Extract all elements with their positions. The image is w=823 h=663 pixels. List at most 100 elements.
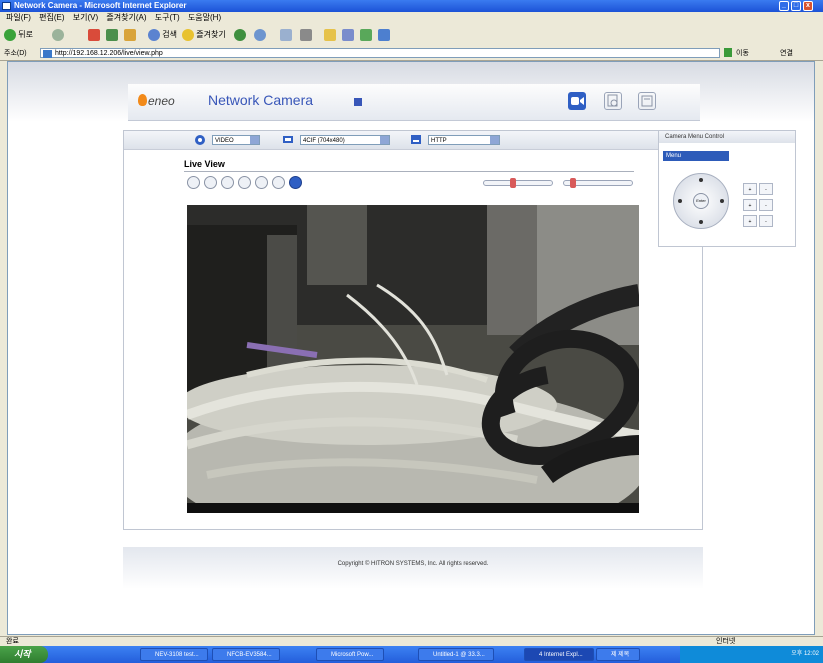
messenger-icon	[360, 28, 372, 41]
toolbar-extra-icon	[342, 28, 354, 41]
iris-open-button[interactable]: +	[743, 215, 757, 227]
video-select-dropdown-icon	[250, 136, 259, 144]
star-icon	[182, 28, 194, 41]
forward-arrow-icon	[52, 28, 64, 41]
resolution-select[interactable]: 4CIF (704x480)	[300, 135, 390, 145]
network-icon	[411, 135, 421, 144]
browser-viewport: eneo Network Camera VIDEO 4CIF (704x480)	[7, 61, 815, 635]
protocol-select-dropdown-icon	[490, 136, 499, 144]
menu-tools[interactable]: 도구(T)	[155, 13, 180, 22]
search-playback-icon[interactable]	[604, 92, 622, 110]
live-view-panel: VIDEO 4CIF (704x480) HTTP Live View	[123, 130, 703, 530]
video-select-value: VIDEO	[215, 138, 234, 144]
taskbar-item[interactable]: NFCB-EV3584...	[212, 648, 280, 661]
search-label: 검색	[162, 30, 177, 39]
stream-selector-row: VIDEO 4CIF (704x480) HTTP	[124, 131, 702, 150]
address-url: http://192.168.12.206/live/view.php	[55, 50, 163, 57]
protocol-select[interactable]: HTTP	[428, 135, 500, 145]
menu-tab[interactable]: Menu	[663, 151, 729, 161]
refresh-icon	[106, 28, 118, 41]
stop-button[interactable]	[88, 28, 100, 42]
taskbar-item[interactable]: Microsoft Pow...	[316, 648, 384, 661]
media-button[interactable]	[234, 28, 246, 42]
clock: 오후 12:02	[791, 651, 819, 657]
print-icon	[300, 28, 312, 41]
app-name-icon	[354, 98, 362, 106]
research-button[interactable]	[378, 28, 390, 42]
app-name: Network Camera	[208, 92, 314, 108]
dpad-left-icon[interactable]	[678, 199, 682, 203]
menu-view[interactable]: 보기(V)	[73, 13, 98, 22]
minimize-button[interactable]: _	[779, 1, 789, 11]
monitor-icon	[283, 136, 293, 143]
mic-volume-slider[interactable]	[563, 178, 633, 188]
taskbar-item[interactable]: NEV-3108 test...	[140, 648, 208, 661]
address-input[interactable]: http://192.168.12.206/live/view.php	[40, 48, 720, 58]
links-button[interactable]: 연결	[780, 48, 793, 58]
refresh-button[interactable]	[106, 28, 118, 42]
taskbar-item[interactable]: 제 제목	[596, 648, 640, 661]
print-button[interactable]	[300, 28, 312, 42]
go-button[interactable]: 이동	[736, 48, 749, 58]
folder-button[interactable]	[324, 28, 336, 42]
record-button[interactable]	[204, 176, 217, 189]
speaker-volume-slider[interactable]	[483, 178, 553, 188]
dpad-right-icon[interactable]	[720, 199, 724, 203]
browser-toolbar: 뒤로 검색 즐겨찾기	[0, 24, 823, 47]
menu-help[interactable]: 도움말(H)	[188, 13, 221, 22]
forward-button[interactable]	[52, 28, 64, 42]
go-arrow-icon[interactable]	[724, 48, 732, 57]
window-title: Network Camera - Microsoft Internet Expl…	[14, 1, 187, 10]
mail-icon	[280, 28, 292, 41]
home-button[interactable]	[124, 28, 136, 42]
taskbar-item[interactable]: Untitled-1 @ 33.3...	[418, 648, 494, 661]
snapshot-button[interactable]	[221, 176, 234, 189]
media-icon	[234, 28, 246, 41]
resolution-select-value: 4CIF (704x480)	[303, 138, 345, 144]
system-tray: 오후 12:02	[680, 646, 823, 663]
live-view-icon[interactable]	[568, 92, 586, 110]
close-button[interactable]: x	[803, 1, 813, 11]
page-footer: Copyright © HITRON SYSTEMS, Inc. All rig…	[123, 547, 703, 589]
copyright-text: Copyright © HITRON SYSTEMS, Inc. All rig…	[337, 561, 489, 567]
mic-volume-thumb[interactable]	[570, 178, 576, 188]
history-button[interactable]	[254, 28, 266, 42]
favorites-button[interactable]: 즐겨찾기	[182, 28, 226, 42]
search-button[interactable]: 검색	[148, 28, 177, 42]
zoom-button[interactable]	[238, 176, 251, 189]
mail-button[interactable]	[280, 28, 292, 42]
focus-far-button[interactable]: -	[759, 199, 773, 211]
display-button[interactable]	[289, 176, 302, 189]
fullscreen-button[interactable]	[255, 176, 268, 189]
taskbar-item-active[interactable]: 4 Internet Expl...	[524, 648, 594, 661]
ptz-dpad[interactable]: Enter	[673, 173, 729, 229]
window-titlebar: Network Camera - Microsoft Internet Expl…	[0, 0, 823, 12]
menu-favorites[interactable]: 즐겨찾기(A)	[106, 13, 146, 22]
dpad-up-icon[interactable]	[699, 178, 703, 182]
menu-edit[interactable]: 편집(E)	[39, 13, 64, 22]
page-header: eneo Network Camera	[128, 84, 700, 121]
maximize-button[interactable]: □	[791, 1, 801, 11]
favorites-label: 즐겨찾기	[196, 30, 226, 39]
camera-menu-control: Camera Menu Control Menu Enter + - + - +…	[658, 130, 796, 247]
video-gear-icon	[195, 135, 205, 145]
menu-file[interactable]: 파일(F)	[6, 13, 31, 22]
audio-button[interactable]	[272, 176, 285, 189]
menu-control-title: Camera Menu Control	[659, 131, 795, 143]
toolbar-extra-button[interactable]	[342, 28, 354, 42]
video-select[interactable]: VIDEO	[212, 135, 260, 145]
iris-close-button[interactable]: -	[759, 215, 773, 227]
setup-icon[interactable]	[638, 92, 656, 110]
back-button[interactable]: 뒤로	[4, 28, 33, 42]
dpad-enter-button[interactable]: Enter	[693, 193, 709, 209]
play-button[interactable]	[187, 176, 200, 189]
live-video-feed[interactable]	[187, 205, 639, 513]
dpad-down-icon[interactable]	[699, 220, 703, 224]
video-control-row	[187, 175, 637, 193]
zoom-in-button[interactable]: +	[743, 183, 757, 195]
start-button[interactable]: 시작	[0, 646, 48, 663]
speaker-volume-thumb[interactable]	[510, 178, 516, 188]
zoom-out-button[interactable]: -	[759, 183, 773, 195]
focus-near-button[interactable]: +	[743, 199, 757, 211]
messenger-button[interactable]	[360, 28, 372, 42]
